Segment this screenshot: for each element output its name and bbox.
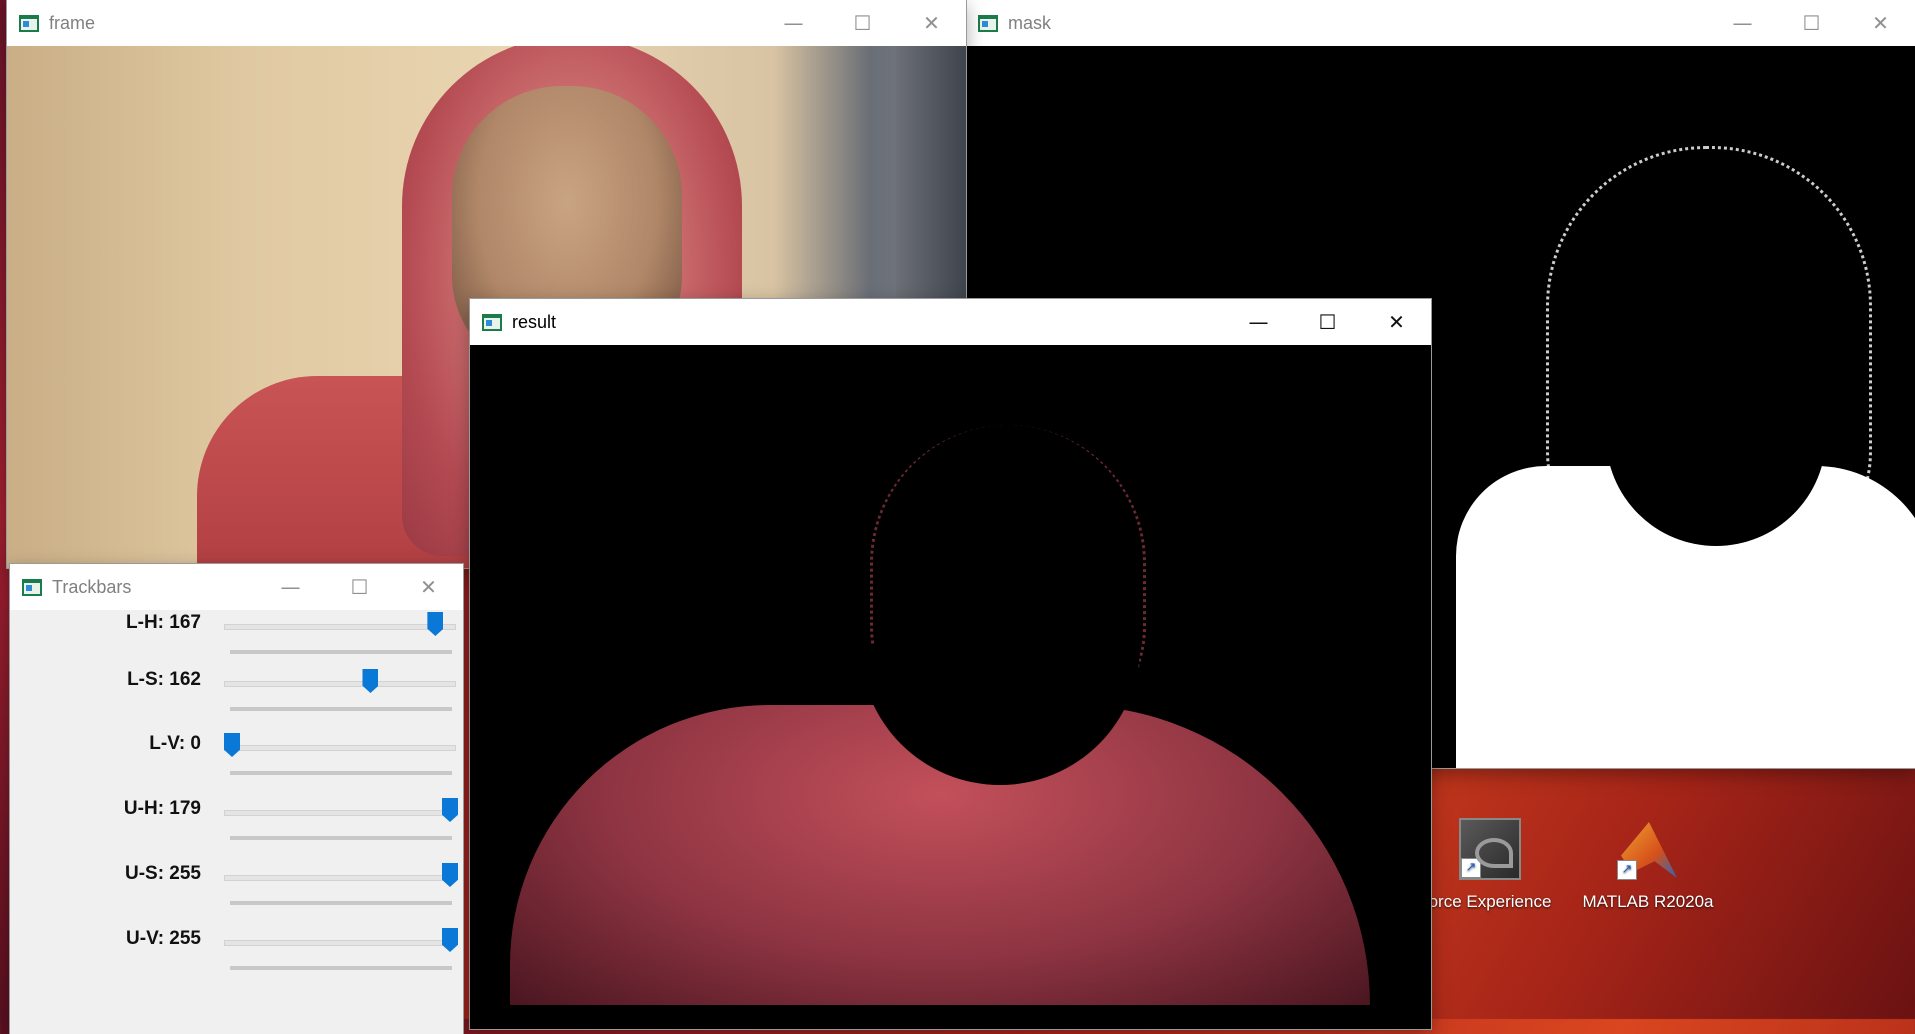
trackbar-track[interactable] bbox=[224, 875, 456, 881]
trackbar-thumb[interactable] bbox=[427, 612, 444, 636]
close-button[interactable]: ✕ bbox=[897, 0, 966, 46]
shortcut-arrow-icon: ↗ bbox=[1617, 860, 1637, 880]
trackbar-l-v[interactable]: L-V: 0 bbox=[10, 731, 463, 791]
app-icon bbox=[978, 14, 998, 32]
title-bar[interactable]: frame — ☐ ✕ bbox=[7, 0, 966, 46]
close-button[interactable]: ✕ bbox=[1846, 0, 1915, 46]
geforce-experience-icon: ↗ bbox=[1459, 818, 1521, 880]
minimize-button[interactable]: — bbox=[1224, 299, 1293, 345]
minimize-button[interactable]: — bbox=[256, 564, 325, 610]
title-bar[interactable]: mask — ☐ ✕ bbox=[966, 0, 1915, 46]
trackbar-u-s[interactable]: U-S: 255 bbox=[10, 861, 463, 921]
trackbar-l-s[interactable]: L-S: 162 bbox=[10, 667, 463, 727]
desktop-icon-matlab[interactable]: ↗ MATLAB R2020a bbox=[1578, 818, 1718, 912]
app-icon bbox=[22, 578, 42, 596]
trackbars-window[interactable]: Trackbars — ☐ ✕ L-H: 167 L-S: 162 L-V: 0… bbox=[10, 564, 463, 1034]
trackbars-panel: L-H: 167 L-S: 162 L-V: 0 U-H: 179 U-S: 2… bbox=[10, 610, 463, 1034]
trackbar-thumb[interactable] bbox=[442, 863, 458, 887]
trackbar-thumb[interactable] bbox=[442, 798, 458, 822]
trackbar-label: U-V: 255 bbox=[126, 928, 201, 949]
matlab-icon: ↗ bbox=[1617, 818, 1679, 880]
trackbar-u-h[interactable]: U-H: 179 bbox=[10, 796, 463, 856]
trackbar-track[interactable] bbox=[224, 745, 456, 751]
trackbar-thumb[interactable] bbox=[362, 669, 379, 693]
desktop-icon-geforce[interactable]: ↗ orce Experience bbox=[1420, 818, 1560, 912]
result-image bbox=[470, 345, 1431, 1029]
close-button[interactable]: ✕ bbox=[394, 564, 463, 610]
app-icon bbox=[19, 14, 39, 32]
maximize-button[interactable]: ☐ bbox=[1777, 0, 1846, 46]
window-title: mask bbox=[1008, 12, 1052, 33]
minimize-button[interactable]: — bbox=[759, 0, 828, 46]
trackbar-thumb[interactable] bbox=[224, 733, 240, 757]
shortcut-arrow-icon: ↗ bbox=[1461, 858, 1481, 878]
trackbar-label: L-H: 167 bbox=[126, 612, 201, 633]
minimize-button[interactable]: — bbox=[1708, 0, 1777, 46]
trackbar-track[interactable] bbox=[224, 681, 456, 687]
trackbar-track[interactable] bbox=[224, 810, 456, 816]
window-title: Trackbars bbox=[52, 576, 132, 597]
desktop-icon-label: MATLAB R2020a bbox=[1582, 892, 1714, 911]
window-title: frame bbox=[49, 12, 96, 33]
trackbar-label: U-H: 179 bbox=[123, 798, 201, 819]
trackbar-track[interactable] bbox=[224, 624, 456, 630]
window-title: result bbox=[512, 311, 557, 332]
trackbar-label: U-S: 255 bbox=[124, 863, 201, 884]
maximize-button[interactable]: ☐ bbox=[828, 0, 897, 46]
title-bar[interactable]: Trackbars — ☐ ✕ bbox=[10, 564, 463, 610]
trackbar-label: L-V: 0 bbox=[149, 733, 201, 754]
desktop-icon-label: orce Experience bbox=[1428, 892, 1552, 911]
close-button[interactable]: ✕ bbox=[1362, 299, 1431, 345]
maximize-button[interactable]: ☐ bbox=[325, 564, 394, 610]
trackbar-track[interactable] bbox=[224, 940, 456, 946]
trackbar-label: L-S: 162 bbox=[127, 669, 201, 690]
app-icon bbox=[482, 313, 502, 331]
result-window[interactable]: result — ☐ ✕ bbox=[470, 299, 1431, 1029]
trackbar-l-h[interactable]: L-H: 167 bbox=[10, 610, 463, 670]
maximize-button[interactable]: ☐ bbox=[1293, 299, 1362, 345]
title-bar[interactable]: result — ☐ ✕ bbox=[470, 299, 1431, 345]
trackbar-u-v[interactable]: U-V: 255 bbox=[10, 926, 463, 986]
trackbar-thumb[interactable] bbox=[442, 928, 458, 952]
